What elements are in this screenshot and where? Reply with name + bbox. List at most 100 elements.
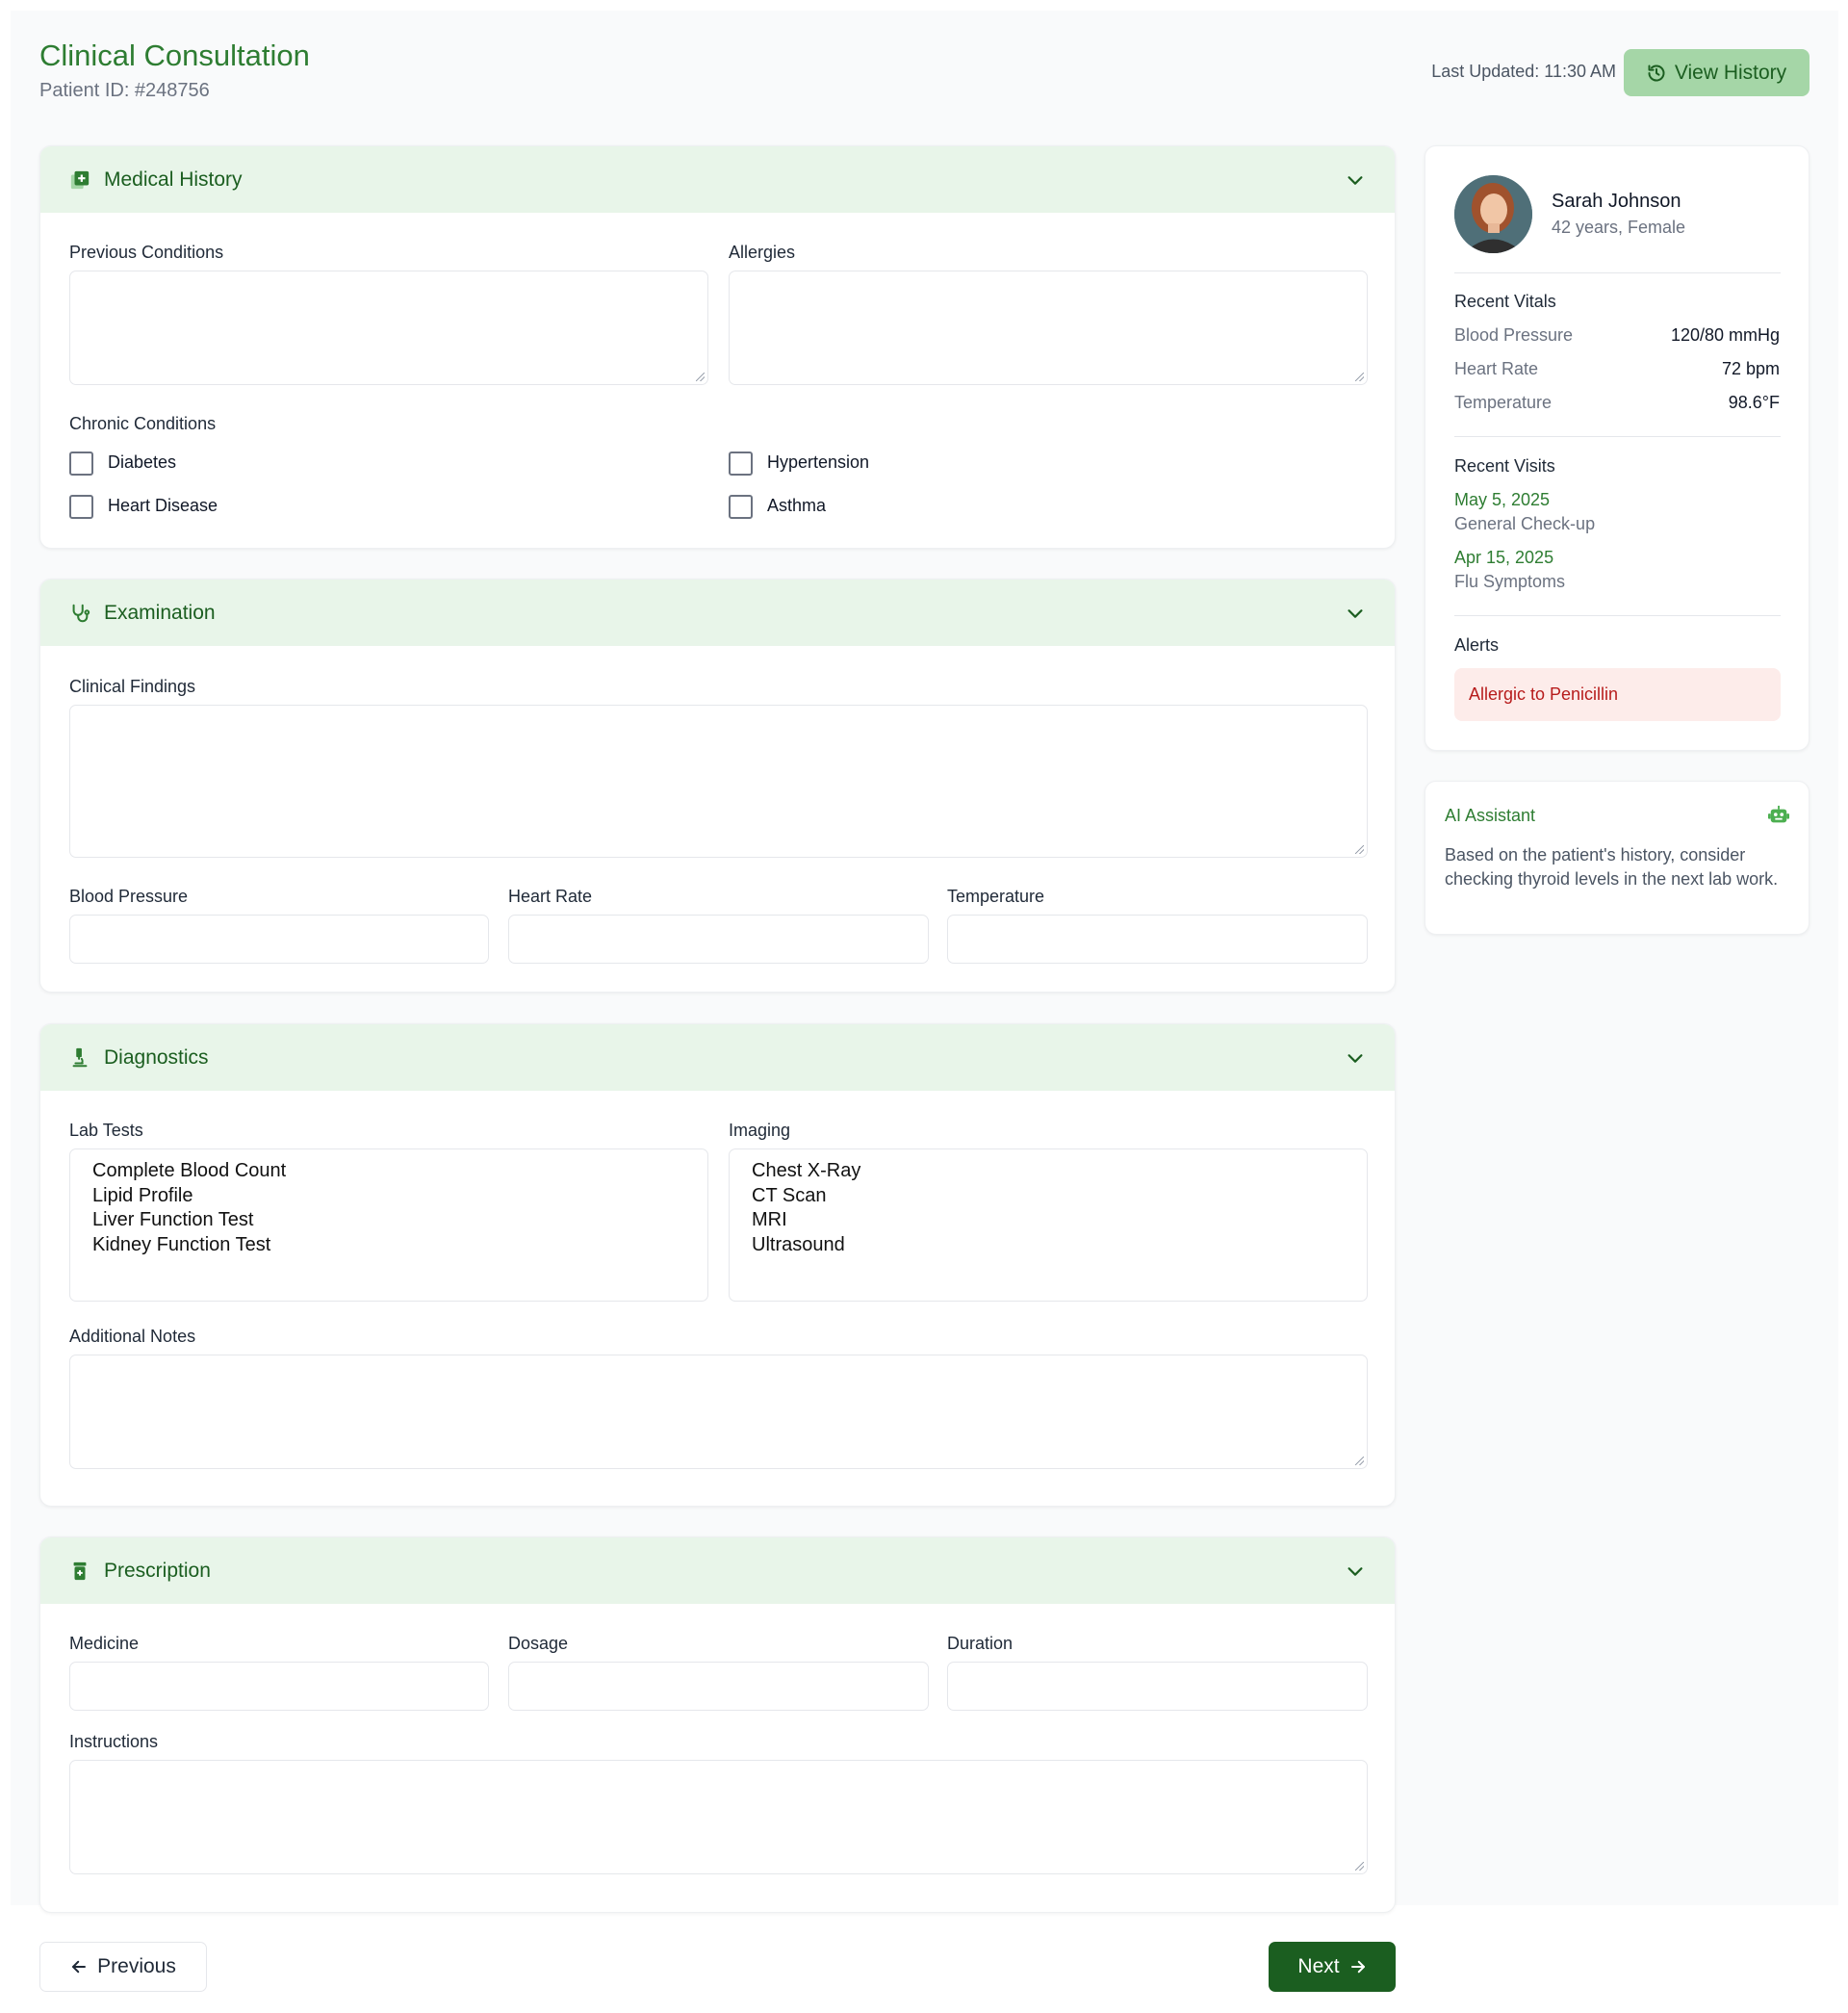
visit-date[interactable]: Apr 15, 2025 [1454,548,1553,568]
clinical-findings-label: Clinical Findings [69,677,196,696]
microscope-icon [69,1047,90,1069]
imaging-option[interactable]: Ultrasound [752,1233,1345,1258]
imaging-select[interactable]: Chest X-Ray CT Scan MRI Ultrasound [729,1148,1368,1302]
duration-label: Duration [947,1634,1014,1653]
recent-vitals-title: Recent Vitals [1454,292,1556,311]
medicine-label: Medicine [69,1634,140,1653]
additional-notes-textarea[interactable] [69,1355,1368,1469]
chevron-down-icon[interactable] [1345,603,1366,624]
prescription-title: Prescription [104,1559,211,1582]
medical-history-header[interactable]: Medical History [40,146,1395,213]
allergy-alert: Allergic to Penicillin [1454,668,1781,721]
previous-conditions-label: Previous Conditions [69,243,224,262]
ai-assistant-card: AI Assistant Based on the patient's hist… [1424,781,1810,935]
visit-reason: General Check-up [1454,514,1596,533]
asthma-checkbox[interactable] [729,495,753,519]
vital-label: Blood Pressure [1454,325,1574,345]
allergies-textarea[interactable] [729,271,1368,385]
additional-notes-label: Additional Notes [69,1327,196,1346]
exam-blood-pressure-label: Blood Pressure [69,887,189,906]
view-history-button[interactable]: View History [1624,49,1810,96]
patient-name: Sarah Johnson [1552,191,1681,212]
allergies-label: Allergies [729,243,796,262]
recent-visits-title: Recent Visits [1454,456,1555,476]
heart-disease-checkbox[interactable] [69,495,93,519]
diabetes-checkbox[interactable] [69,452,93,476]
exam-temperature-input[interactable] [947,915,1368,964]
asthma-label: Asthma [767,496,827,515]
duration-input[interactable] [947,1662,1368,1711]
vital-label: Temperature [1454,393,1553,412]
instructions-textarea[interactable] [69,1760,1368,1874]
alerts-title: Alerts [1454,635,1500,655]
examination-header[interactable]: Examination [40,580,1395,646]
divider [1454,272,1781,273]
notes-medical-icon [69,169,90,191]
patient-summary-card: Sarah Johnson 42 years, Female Recent Vi… [1424,145,1810,751]
view-history-label: View History [1674,61,1787,84]
prescription-bottle-icon [69,1561,90,1582]
chronic-conditions-label: Chronic Conditions [69,414,217,433]
stethoscope-icon [69,603,90,624]
previous-label: Previous [97,1955,176,1977]
medical-history-card: Medical History Previous Conditions Alle… [39,145,1396,549]
history-icon [1648,65,1665,81]
next-button[interactable]: Next [1269,1942,1396,1992]
visit-reason: Flu Symptoms [1454,572,1566,591]
imaging-option[interactable]: CT Scan [752,1184,1345,1209]
hypertension-checkbox[interactable] [729,452,753,476]
divider [1454,615,1781,616]
medical-history-title: Medical History [104,168,243,191]
diagnostics-header[interactable]: Diagnostics [40,1024,1395,1091]
diagnostics-title: Diagnostics [104,1045,209,1069]
divider [1454,436,1781,437]
lab-test-option[interactable]: Kidney Function Test [92,1233,685,1258]
imaging-label: Imaging [729,1121,791,1140]
chevron-down-icon[interactable] [1345,1561,1366,1582]
vital-label: Heart Rate [1454,359,1539,378]
diagnostics-card: Diagnostics Lab Tests Complete Blood Cou… [39,1023,1396,1507]
chevron-down-icon[interactable] [1345,1047,1366,1069]
exam-temperature-label: Temperature [947,887,1045,906]
diabetes-label: Diabetes [108,452,177,472]
next-label: Next [1297,1955,1340,1977]
exam-blood-pressure-input[interactable] [69,915,489,964]
chevron-down-icon[interactable] [1345,169,1366,191]
heart-disease-label: Heart Disease [108,496,218,515]
examination-card: Examination Clinical Findings Blood Pres… [39,579,1396,993]
clinical-findings-textarea[interactable] [69,705,1368,858]
dosage-input[interactable] [508,1662,929,1711]
vital-value: 98.6°F [1728,393,1780,412]
lab-test-option[interactable]: Lipid Profile [92,1184,685,1209]
visit-date[interactable]: May 5, 2025 [1454,490,1550,510]
ai-assistant-message: Based on the patient's history, consider… [1445,845,1779,889]
imaging-option[interactable]: MRI [752,1208,1345,1233]
dosage-label: Dosage [508,1634,569,1653]
ai-assistant-title: AI Assistant [1445,806,1536,825]
patient-id: Patient ID: #248756 [39,80,210,101]
previous-button[interactable]: Previous [39,1942,207,1992]
exam-heart-rate-input[interactable] [508,915,929,964]
prescription-header[interactable]: Prescription [40,1537,1395,1604]
alert-text: Allergic to Penicillin [1469,684,1619,704]
medicine-input[interactable] [69,1662,489,1711]
hypertension-label: Hypertension [767,452,870,472]
imaging-option[interactable]: Chest X-Ray [752,1159,1345,1184]
exam-heart-rate-label: Heart Rate [508,887,593,906]
prescription-card: Prescription Medicine Dosage Duration In… [39,1536,1396,1913]
lab-test-option[interactable]: Complete Blood Count [92,1159,685,1184]
arrow-left-icon [72,1960,87,1974]
lab-test-option[interactable]: Liver Function Test [92,1208,685,1233]
lab-tests-select[interactable]: Complete Blood Count Lipid Profile Liver… [69,1148,708,1302]
previous-conditions-textarea[interactable] [69,271,708,385]
arrow-right-icon [1350,1960,1365,1974]
robot-icon [1768,805,1789,823]
last-updated: Last Updated: 11:30 AM [1431,62,1616,81]
page-title: Clinical Consultation [39,39,310,72]
vital-value: 72 bpm [1721,359,1780,378]
avatar [1454,175,1532,253]
lab-tests-label: Lab Tests [69,1121,143,1140]
vital-value: 120/80 mmHg [1670,325,1780,345]
instructions-label: Instructions [69,1732,159,1751]
patient-age-gender: 42 years, Female [1552,218,1686,237]
